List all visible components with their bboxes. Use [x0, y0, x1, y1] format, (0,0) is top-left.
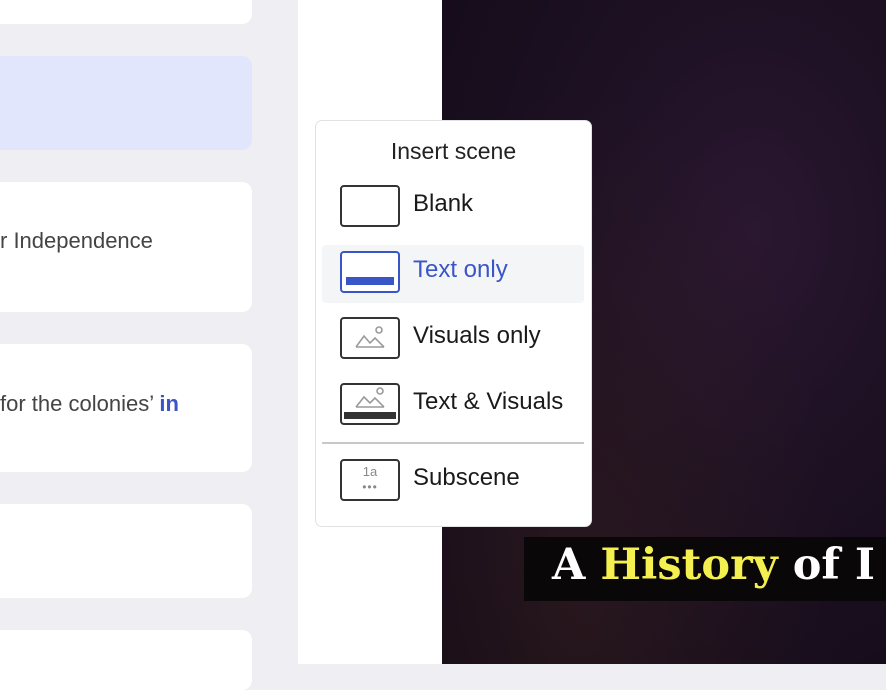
menu-title: Insert scene	[390, 138, 517, 164]
menu-divider	[322, 442, 584, 444]
scene-card-4-text: for the colonies’ in	[0, 391, 179, 416]
scene-card-6[interactable]	[0, 630, 252, 690]
insert-text-only-option[interactable]: Text only	[322, 245, 584, 303]
insert-blank-option[interactable]: Blank	[322, 179, 584, 237]
scene-card-4[interactable]: for the colonies’ in	[0, 344, 252, 472]
highlighted-word[interactable]: in	[159, 391, 179, 416]
visuals-only-scene-icon	[340, 317, 400, 359]
text-visuals-scene-icon	[340, 383, 400, 425]
insert-visuals-only-option[interactable]: Visuals only	[322, 311, 584, 369]
subscene-icon: 1a •••	[340, 459, 400, 501]
subscene-thumb-label: 1a	[362, 464, 378, 479]
blank-scene-icon	[340, 185, 400, 227]
option-label: Subscene	[413, 464, 520, 491]
insert-scene-menu: Insert scene Blank Text only Visuals onl…	[315, 120, 592, 527]
video-caption-bar: A History of I	[524, 537, 886, 601]
scene-card-5[interactable]	[0, 504, 252, 598]
scene-card-1[interactable]	[0, 0, 252, 24]
option-label: Visuals only	[413, 322, 541, 349]
option-label: Text only	[413, 256, 508, 283]
text-only-scene-icon	[340, 251, 400, 293]
option-label: Blank	[413, 190, 474, 217]
option-label: Text & Visuals	[413, 388, 564, 415]
insert-subscene-option[interactable]: 1a ••• Subscene	[322, 453, 584, 511]
scene-list-panel: r Independence for the colonies’ in	[0, 0, 298, 690]
scene-card-3[interactable]: r Independence	[0, 182, 252, 312]
insert-text-visuals-option[interactable]: Text & Visuals	[322, 377, 584, 435]
video-caption-text: A History of I	[552, 540, 875, 590]
scene-card-2-selected[interactable]	[0, 56, 252, 150]
scene-card-3-text: r Independence	[0, 228, 153, 253]
